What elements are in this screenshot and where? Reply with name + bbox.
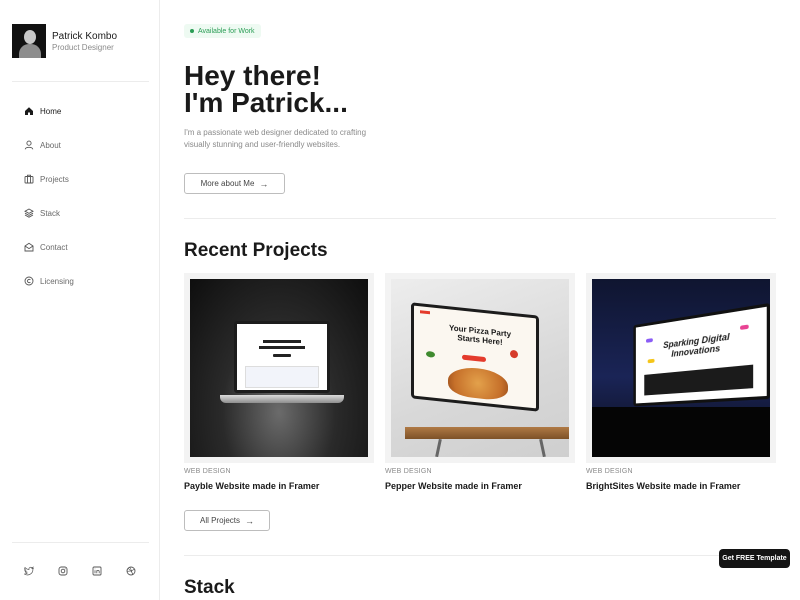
avatar (12, 24, 46, 58)
sidebar: Patrick Kombo Product Designer Home Abou… (0, 0, 160, 600)
project-card-pepper[interactable]: Your Pizza Party Starts Here! WEB DESIGN… (385, 273, 575, 463)
availability-badge: Available for Work (184, 24, 261, 38)
twitter-link[interactable] (24, 566, 34, 576)
linkedin-link[interactable] (92, 566, 102, 576)
project-thumbnail: Sparking Digital Innovations (586, 273, 776, 463)
project-thumbnail: Your Pizza Party Starts Here! (385, 273, 575, 463)
sidebar-divider (12, 542, 149, 543)
project-card-brightsites[interactable]: Sparking Digital Innovations WEB DESIGN … (586, 273, 776, 463)
project-title: Payble Website made in Framer (184, 481, 319, 491)
sidebar-item-about[interactable]: About (24, 138, 74, 152)
more-about-me-button-label: More about Me (201, 179, 255, 188)
sidebar-item-licensing[interactable]: Licensing (24, 274, 74, 288)
mail-icon (24, 242, 34, 252)
instagram-link[interactable] (58, 566, 68, 576)
recent-projects-title: Recent Projects (184, 240, 328, 262)
laptop-mockup-image: Sparking Digital Innovations (592, 279, 770, 457)
briefcase-icon (24, 174, 34, 184)
copyright-icon (24, 276, 34, 286)
arrow-right-icon: → (259, 179, 268, 189)
layers-icon (24, 208, 34, 218)
laptop-mockup-image (190, 279, 368, 457)
more-about-me-button[interactable]: More about Me → (184, 173, 285, 194)
project-title: BrightSites Website made in Framer (586, 481, 740, 491)
sidebar-item-label: Contact (40, 243, 68, 252)
social-links (24, 566, 160, 576)
hero-title-line2: I'm Patrick... (184, 87, 348, 118)
home-icon (24, 106, 34, 116)
sidebar-item-projects[interactable]: Projects (24, 172, 74, 186)
section-divider (184, 218, 776, 219)
sidebar-item-label: Projects (40, 175, 69, 184)
all-projects-button-label: All Projects (200, 516, 240, 525)
twitter-icon (24, 566, 34, 576)
sidebar-nav: Home About Projects Stack Contact Licens… (24, 104, 74, 308)
status-dot-icon (190, 29, 194, 33)
project-category: WEB DESIGN (184, 468, 231, 475)
get-free-template-button[interactable]: Get FREE Template (719, 549, 790, 568)
project-card-payble[interactable]: WEB DESIGN Payble Website made in Framer (184, 273, 374, 463)
mockup-heading: Your Pizza Party Starts Here! (442, 323, 518, 349)
sidebar-item-label: Home (40, 107, 61, 116)
dribbble-link[interactable] (126, 566, 136, 576)
sidebar-item-stack[interactable]: Stack (24, 206, 74, 220)
section-divider (184, 555, 776, 556)
sidebar-item-contact[interactable]: Contact (24, 240, 74, 254)
mockup-heading: Sparking Digital Innovations (658, 331, 736, 361)
sidebar-item-label: About (40, 141, 61, 150)
project-category: WEB DESIGN (385, 468, 432, 475)
sidebar-item-home[interactable]: Home (24, 104, 74, 118)
project-title: Pepper Website made in Framer (385, 481, 522, 491)
sidebar-divider (12, 81, 149, 82)
instagram-icon (58, 566, 68, 576)
project-thumbnail (184, 273, 374, 463)
sidebar-item-label: Licensing (40, 277, 74, 286)
arrow-right-icon: → (245, 516, 254, 526)
laptop-mockup-image: Your Pizza Party Starts Here! (391, 279, 569, 457)
availability-badge-label: Available for Work (198, 28, 255, 35)
hero-title: Hey there! I'm Patrick... (184, 62, 584, 116)
stack-title: Stack (184, 577, 235, 599)
project-category: WEB DESIGN (586, 468, 633, 475)
user-icon (24, 140, 34, 150)
linkedin-icon (92, 566, 102, 576)
dribbble-icon (126, 566, 136, 576)
profile-name: Patrick Kombo (52, 30, 117, 43)
all-projects-button[interactable]: All Projects → (184, 510, 270, 531)
profile-card[interactable]: Patrick Kombo Product Designer (12, 24, 117, 58)
hero-description: I'm a passionate web designer dedicated … (184, 127, 394, 151)
sidebar-item-label: Stack (40, 209, 60, 218)
profile-role: Product Designer (52, 43, 117, 53)
